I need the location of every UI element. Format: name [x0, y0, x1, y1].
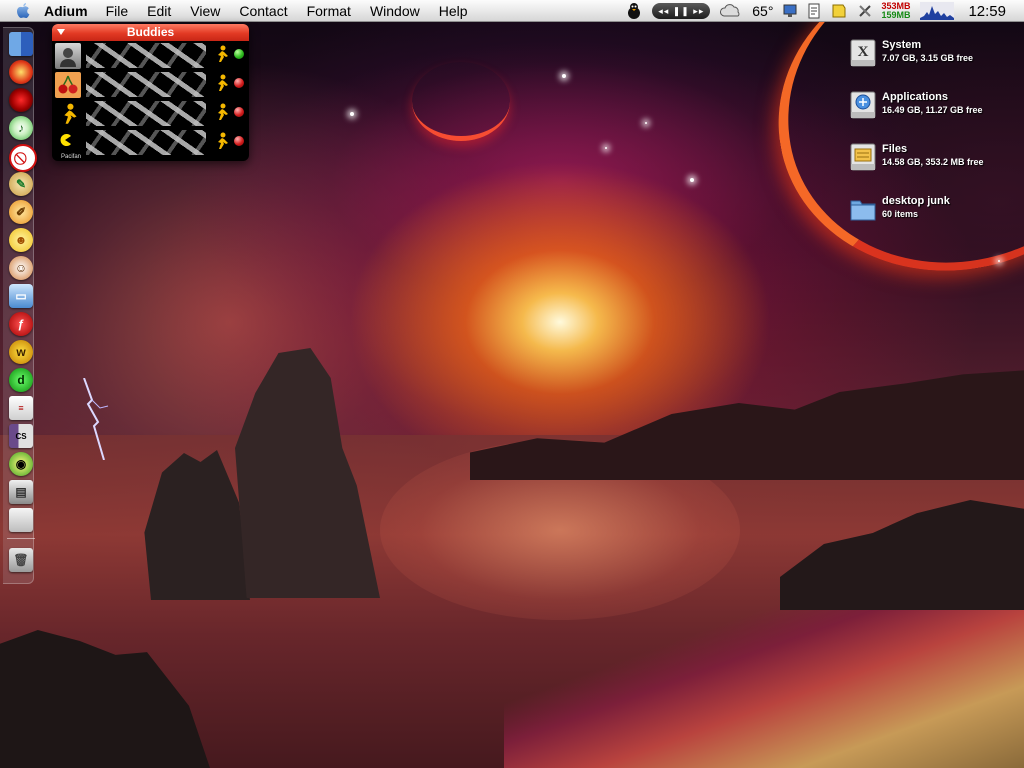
desktop-item-applications[interactable]: Applications 16.49 GB, 11.27 GB free	[850, 90, 1020, 134]
buddy-row[interactable]	[52, 41, 249, 70]
buddy-avatar-pacman: Pacifan	[55, 130, 81, 160]
desktop-item-info: 60 items	[882, 209, 919, 219]
dock: ♪ ⃠ ✎ ✐ ☻ ☺ ▭ ƒ w d ≡ CS ◉ ▤ 🗑	[3, 27, 37, 584]
finder-icon[interactable]	[9, 32, 33, 56]
star	[690, 178, 694, 182]
character-icon[interactable]: ☺	[9, 256, 33, 280]
tools-icon[interactable]	[857, 3, 873, 19]
planet-arc-small	[412, 62, 510, 141]
os-x-disk-icon[interactable]: X	[850, 38, 876, 68]
star	[605, 147, 607, 149]
record-icon[interactable]	[9, 88, 33, 112]
menu-edit[interactable]: Edit	[147, 3, 171, 19]
buddy-list-titlebar[interactable]: Buddies	[52, 24, 249, 41]
memory-free: 159MB	[881, 10, 911, 20]
star	[998, 260, 1000, 262]
menu-format[interactable]: Format	[307, 3, 351, 19]
buddy-avatar-cherries	[55, 72, 81, 98]
firefox-icon[interactable]	[9, 60, 33, 84]
printer-icon[interactable]: ▤	[9, 480, 33, 504]
desktop-item-info: 14.58 GB, 353.2 MB free	[882, 157, 984, 167]
desktop-item-info: 7.07 GB, 3.15 GB free	[882, 53, 974, 63]
feather-icon[interactable]: ✎	[9, 172, 33, 196]
menu-clock[interactable]: 12:59	[968, 3, 1006, 20]
chick-icon[interactable]: ☻	[9, 228, 33, 252]
no-entry-icon[interactable]: ⃠	[9, 144, 37, 172]
itunes-controls-icon[interactable]: ◂◂ ❚❚ ▸▸	[652, 3, 711, 19]
buddy-avatar-caption: Pacifan	[61, 154, 82, 160]
status-available-icon	[234, 49, 244, 59]
folder-icon[interactable]	[850, 194, 876, 224]
itunes-icon[interactable]: ♪	[9, 116, 33, 140]
desktop-item-name: Files	[882, 143, 908, 155]
menu-contact[interactable]: Contact	[239, 3, 287, 19]
desktop-item-system[interactable]: X System 7.07 GB, 3.15 GB free	[850, 38, 1020, 82]
winamp-icon[interactable]: w	[9, 340, 33, 364]
pencil-icon[interactable]: ✐	[9, 200, 33, 224]
status-away-icon	[234, 107, 244, 117]
cpu-graph-icon[interactable]	[920, 2, 955, 20]
dock-separator	[7, 538, 35, 539]
aim-runner-icon	[218, 74, 228, 91]
aim-runner-icon	[218, 45, 228, 62]
menu-extras: ◂◂ ❚❚ ▸▸ 65° 353MB 159MB 12:59	[616, 0, 1024, 22]
status-away-icon	[234, 78, 244, 88]
menu-help[interactable]: Help	[439, 3, 468, 19]
desktop-item-name: System	[882, 39, 922, 51]
menu-view[interactable]: View	[190, 3, 220, 19]
buddy-row[interactable]: Pacifan	[52, 128, 249, 160]
desktop-item-name: Applications	[882, 91, 949, 103]
buddy-row[interactable]	[52, 70, 249, 99]
itunes-control[interactable]: ◂◂ ❚❚ ▸▸	[652, 3, 711, 19]
desktop-item-info: 16.49 GB, 11.27 GB free	[882, 105, 983, 115]
memory-monitor[interactable]: 353MB 159MB	[881, 2, 910, 20]
star	[350, 112, 354, 116]
buddy-name-obscured	[86, 130, 206, 155]
desktop-item-desktop-junk[interactable]: desktop junk 60 items	[850, 194, 1020, 238]
flash-icon[interactable]: ƒ	[9, 312, 33, 336]
menu-file[interactable]: File	[106, 3, 129, 19]
status-away-icon	[234, 136, 244, 146]
desktop-item-name: desktop junk	[882, 195, 950, 207]
newspaper-icon[interactable]: ≡	[9, 396, 33, 420]
menu-window[interactable]: Window	[370, 3, 420, 19]
apple-icon[interactable]	[9, 508, 33, 532]
buddy-avatar-aim	[55, 101, 81, 127]
aim-runner-icon	[218, 103, 228, 120]
weather-icon[interactable]	[720, 3, 742, 19]
eye-icon[interactable]: ◉	[9, 452, 33, 476]
sticky-notes-icon[interactable]	[831, 3, 847, 19]
photoshop-cs-icon[interactable]: CS	[9, 424, 33, 448]
buddy-row[interactable]	[52, 99, 249, 128]
dreamweaver-icon[interactable]: d	[9, 368, 33, 392]
files-disk-icon[interactable]	[850, 142, 876, 172]
buddy-name-obscured	[86, 43, 206, 68]
buddy-avatar-photo	[55, 43, 81, 69]
collapse-triangle-icon[interactable]	[57, 29, 65, 35]
buddy-list-window[interactable]: Buddies Pacifan	[52, 24, 249, 161]
apple-menu-icon[interactable]	[12, 2, 34, 20]
menu-bar: Adium File Edit View Contact Format Wind…	[0, 0, 1024, 22]
adium-duck-icon[interactable]	[626, 2, 642, 20]
star	[645, 122, 647, 124]
buddy-name-obscured	[86, 72, 206, 97]
lightning-bolt	[83, 378, 109, 460]
desktop-utility-icon[interactable]: ▭	[9, 284, 33, 308]
script-icon[interactable]	[807, 3, 821, 19]
trash-icon[interactable]: 🗑	[9, 548, 33, 572]
svg-text:X: X	[858, 44, 869, 60]
desktop-item-files[interactable]: Files 14.58 GB, 353.2 MB free	[850, 142, 1020, 186]
app-menu-adium[interactable]: Adium	[44, 3, 88, 19]
star	[562, 74, 566, 78]
display-icon[interactable]	[783, 4, 797, 18]
aim-runner-icon	[218, 132, 228, 149]
applications-disk-icon[interactable]	[850, 90, 876, 120]
buddy-list-title: Buddies	[126, 25, 175, 39]
temperature-readout[interactable]: 65°	[752, 3, 773, 19]
buddy-name-obscured	[86, 101, 206, 126]
